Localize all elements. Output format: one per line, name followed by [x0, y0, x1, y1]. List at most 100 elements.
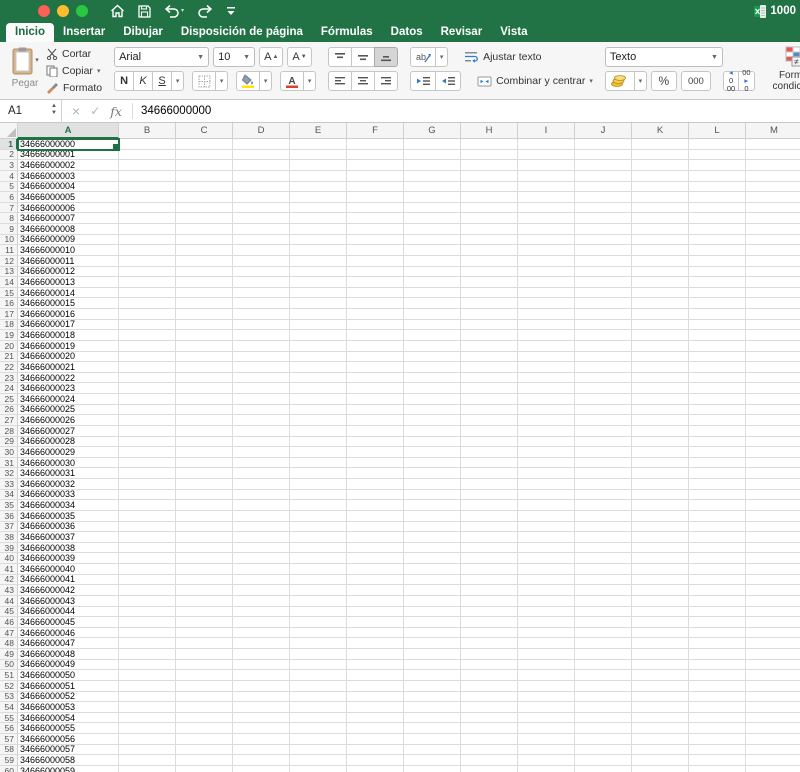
cell-L11[interactable]: [689, 245, 746, 256]
cell-F14[interactable]: [347, 277, 404, 288]
cell-J34[interactable]: [575, 489, 632, 501]
cell-D19[interactable]: [233, 330, 290, 341]
cell-E23[interactable]: [290, 372, 347, 384]
cell-J37[interactable]: [575, 521, 632, 533]
cell-A22[interactable]: 34666000021: [18, 362, 119, 373]
cell-G56[interactable]: [404, 723, 461, 734]
row-header-1[interactable]: 1: [0, 139, 18, 150]
cell-G58[interactable]: [404, 744, 461, 756]
row-header-15[interactable]: 15: [0, 288, 18, 299]
row-header-45[interactable]: 45: [0, 606, 18, 618]
cell-H52[interactable]: [461, 680, 518, 692]
cell-J15[interactable]: [575, 287, 632, 299]
cell-I35[interactable]: [518, 500, 575, 511]
cell-L35[interactable]: [689, 500, 746, 511]
cell-L54[interactable]: [689, 702, 746, 713]
cell-F44[interactable]: [347, 595, 404, 607]
cell-D28[interactable]: [233, 425, 290, 437]
cell-A53[interactable]: 34666000052: [18, 691, 119, 703]
cell-A11[interactable]: 34666000010: [18, 245, 119, 256]
cell-F2[interactable]: [347, 149, 404, 161]
cell-F40[interactable]: [347, 553, 404, 564]
cell-H17[interactable]: [461, 309, 518, 320]
cell-L15[interactable]: [689, 287, 746, 299]
cell-G55[interactable]: [404, 712, 461, 724]
cell-B29[interactable]: [119, 436, 176, 448]
cell-H29[interactable]: [461, 436, 518, 448]
fill-color-button[interactable]: [236, 71, 261, 91]
cell-H43[interactable]: [461, 585, 518, 596]
cell-G10[interactable]: [404, 234, 461, 246]
cell-E8[interactable]: [290, 213, 347, 224]
cell-J55[interactable]: [575, 712, 632, 724]
cell-M41[interactable]: [746, 564, 800, 575]
row-header-23[interactable]: 23: [0, 373, 18, 384]
cell-C48[interactable]: [176, 638, 233, 649]
row-header-52[interactable]: 52: [0, 681, 18, 692]
cell-A3[interactable]: 34666000002: [18, 160, 119, 171]
cell-D46[interactable]: [233, 617, 290, 628]
cell-I42[interactable]: [518, 574, 575, 586]
cell-A18[interactable]: 34666000017: [18, 319, 119, 331]
cell-F16[interactable]: [347, 298, 404, 309]
cell-G6[interactable]: [404, 192, 461, 203]
cell-E54[interactable]: [290, 702, 347, 713]
cell-I5[interactable]: [518, 181, 575, 193]
row-header-26[interactable]: 26: [0, 404, 18, 416]
cell-F4[interactable]: [347, 170, 404, 182]
cell-H54[interactable]: [461, 702, 518, 713]
row-header-13[interactable]: 13: [0, 266, 18, 278]
cell-J24[interactable]: [575, 383, 632, 394]
cell-C27[interactable]: [176, 415, 233, 426]
cell-F24[interactable]: [347, 383, 404, 394]
cell-K54[interactable]: [632, 702, 689, 713]
cell-D34[interactable]: [233, 489, 290, 501]
cell-M13[interactable]: [746, 267, 800, 278]
formula-input[interactable]: 34666000000: [141, 105, 211, 117]
cell-I14[interactable]: [518, 277, 575, 288]
cell-F58[interactable]: [347, 744, 404, 756]
cell-I21[interactable]: [518, 351, 575, 363]
cell-F34[interactable]: [347, 489, 404, 501]
cell-H24[interactable]: [461, 383, 518, 394]
cell-A7[interactable]: 34666000006: [18, 202, 119, 214]
cell-A5[interactable]: 34666000004: [18, 181, 119, 193]
cell-H9[interactable]: [461, 224, 518, 235]
cell-M59[interactable]: [746, 755, 800, 766]
cell-L36[interactable]: [689, 510, 746, 522]
cell-K19[interactable]: [632, 330, 689, 341]
cell-B58[interactable]: [119, 744, 176, 756]
cell-H7[interactable]: [461, 202, 518, 214]
cell-I53[interactable]: [518, 691, 575, 703]
cell-E28[interactable]: [290, 425, 347, 437]
cell-H51[interactable]: [461, 670, 518, 681]
cell-L32[interactable]: [689, 468, 746, 479]
tab-vista[interactable]: Vista: [491, 23, 536, 42]
cell-D29[interactable]: [233, 436, 290, 448]
cell-L19[interactable]: [689, 330, 746, 341]
cell-L25[interactable]: [689, 394, 746, 405]
cell-B33[interactable]: [119, 479, 176, 490]
cell-M14[interactable]: [746, 277, 800, 288]
cell-H22[interactable]: [461, 362, 518, 373]
cell-L4[interactable]: [689, 170, 746, 182]
cell-H18[interactable]: [461, 319, 518, 331]
cell-M36[interactable]: [746, 511, 800, 522]
cell-A44[interactable]: 34666000043: [18, 595, 119, 607]
cell-C41[interactable]: [176, 564, 233, 575]
cell-D18[interactable]: [233, 319, 290, 331]
cell-L28[interactable]: [689, 425, 746, 437]
cell-D31[interactable]: [233, 457, 290, 469]
cell-K46[interactable]: [632, 617, 689, 628]
cell-M4[interactable]: [746, 171, 800, 182]
copy-button[interactable]: Copiar ▾: [46, 64, 102, 79]
cell-M57[interactable]: [746, 734, 800, 745]
row-header-39[interactable]: 39: [0, 543, 18, 554]
cell-K59[interactable]: [632, 755, 689, 766]
cell-C50[interactable]: [176, 659, 233, 671]
cell-J7[interactable]: [575, 202, 632, 214]
cell-C53[interactable]: [176, 691, 233, 703]
align-left-button[interactable]: [328, 71, 353, 91]
minimize-button[interactable]: [57, 5, 69, 17]
cell-J9[interactable]: [575, 224, 632, 235]
